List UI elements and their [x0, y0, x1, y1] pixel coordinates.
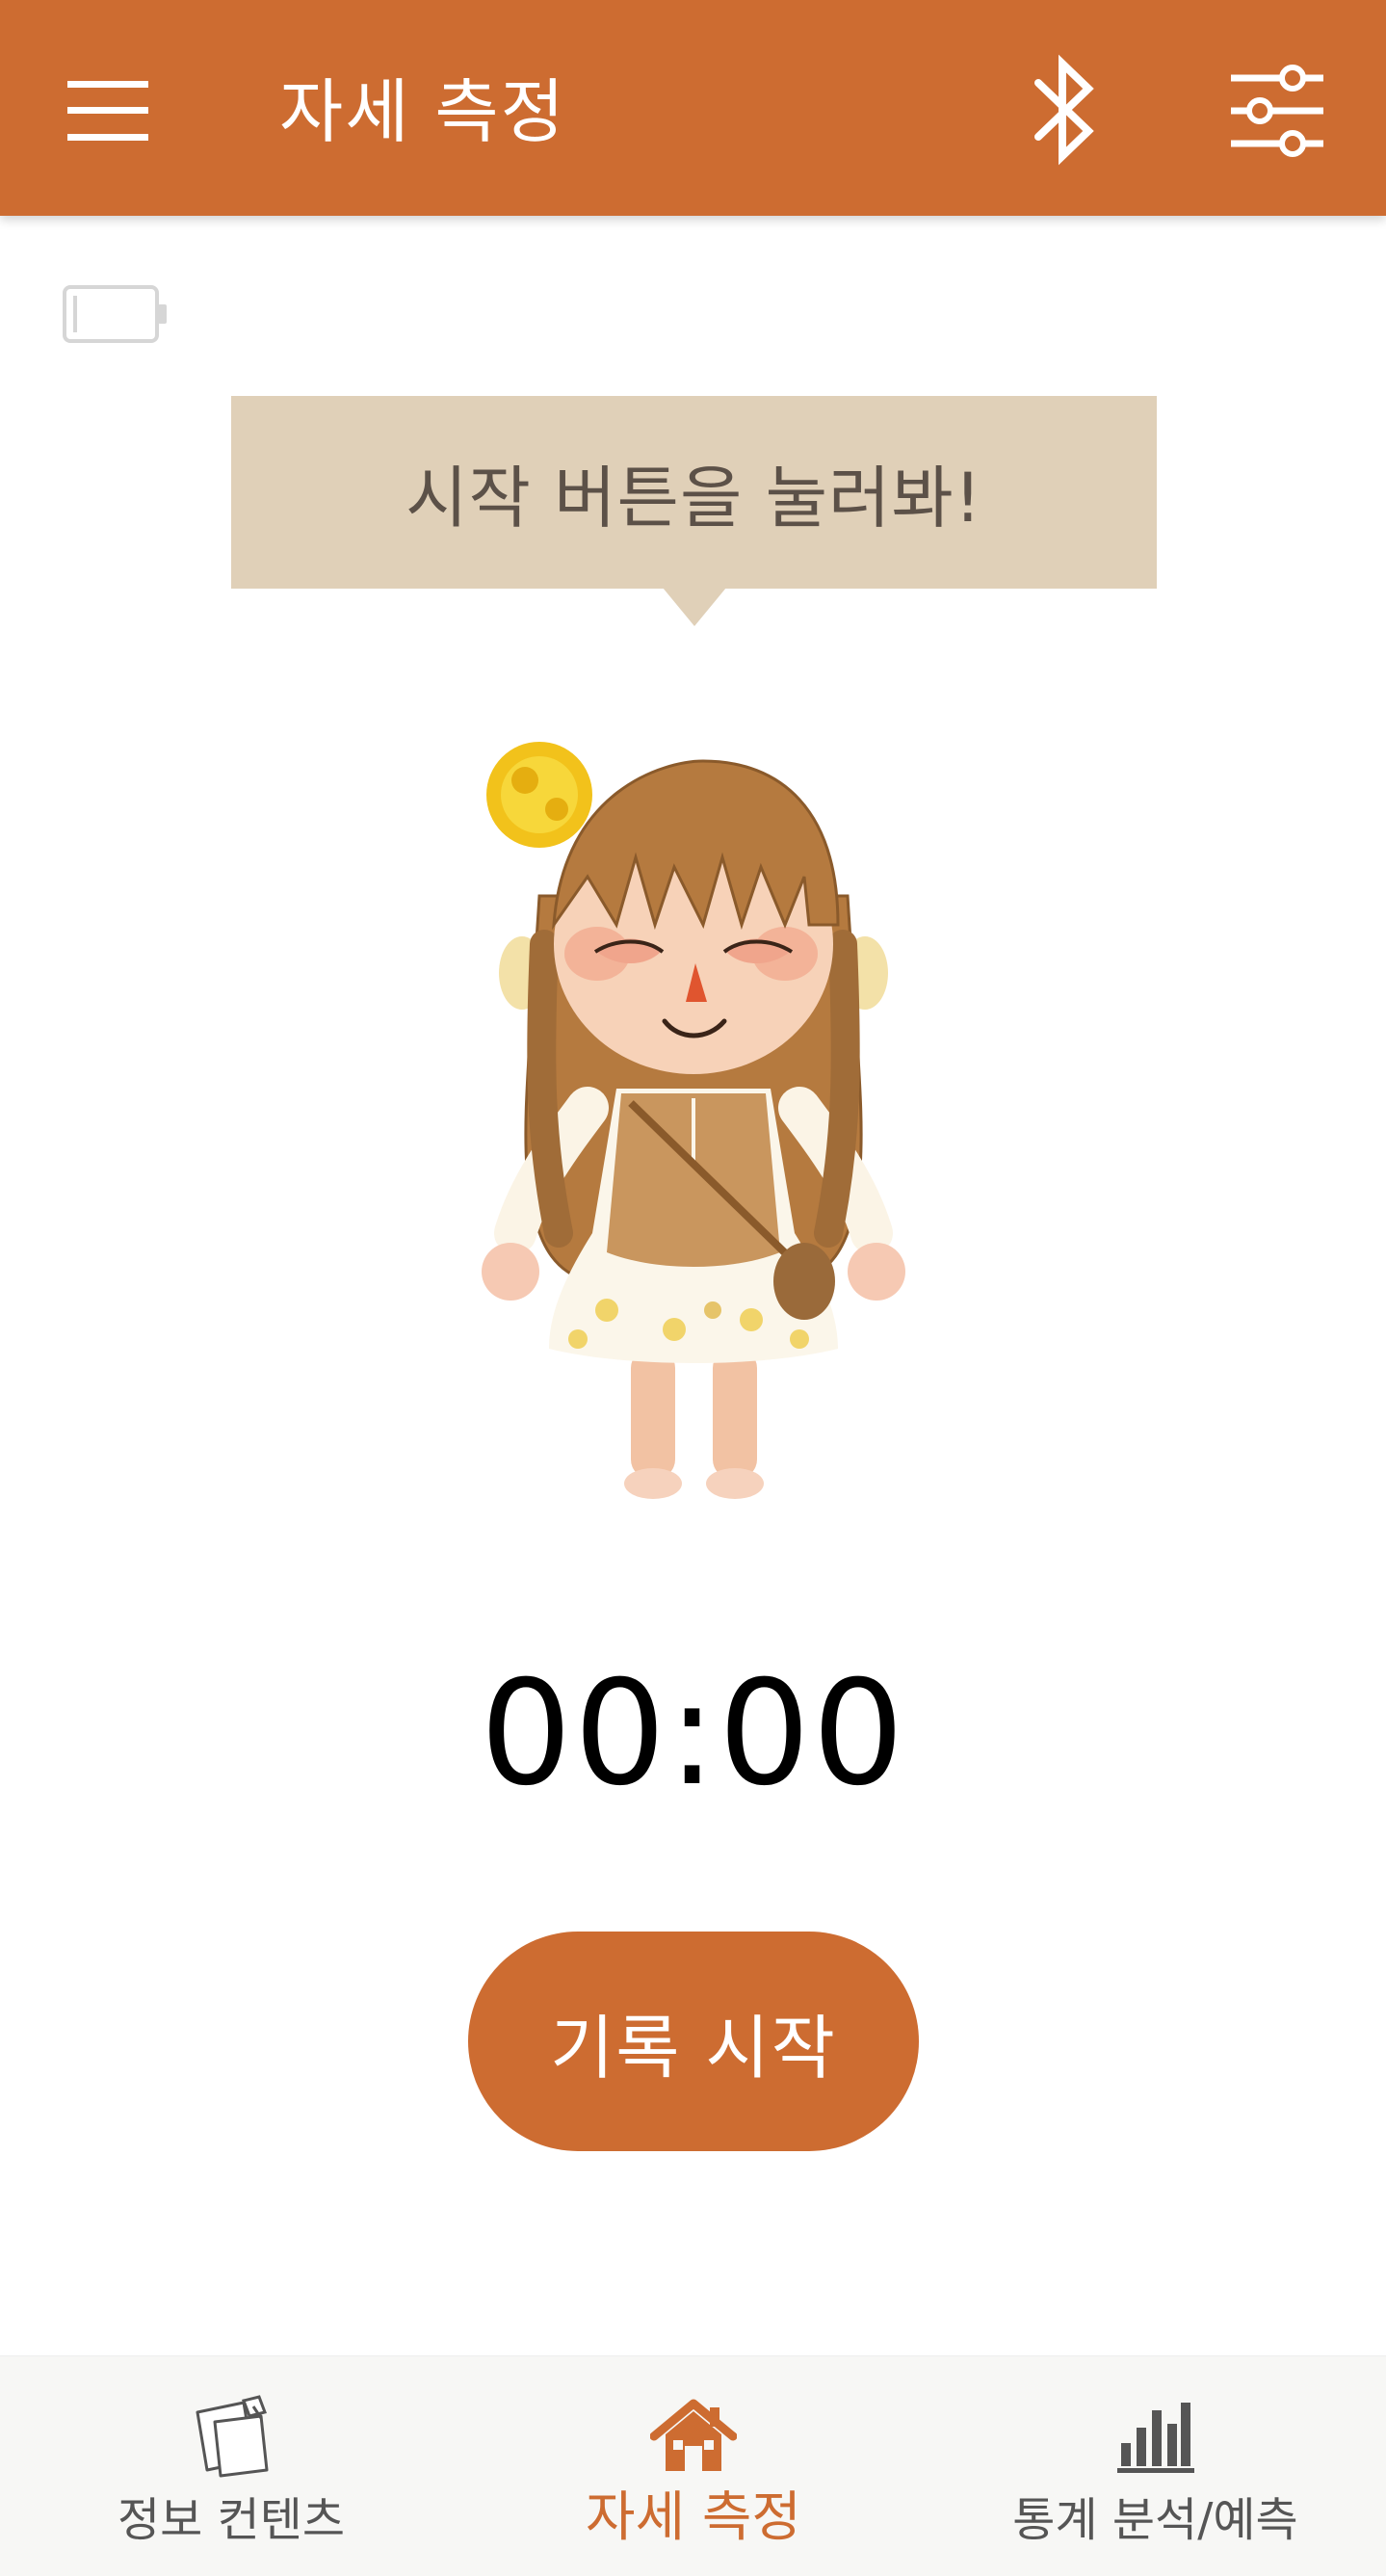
notes-icon: [188, 2395, 275, 2478]
menu-button[interactable]: [60, 73, 156, 148]
nav-label-info-content: 정보 컨텐츠: [117, 2493, 346, 2547]
sliders-icon: [1231, 65, 1323, 157]
page-title: 자세 측정: [279, 71, 566, 152]
nav-item-posture-measure[interactable]: 자세 측정: [462, 2356, 925, 2576]
posture-measure-screen: 자세 측정 시작 버튼을 눌러봐! 00:00 기록 시작 정보 컨텐츠 자세 …: [0, 0, 1386, 2576]
start-record-button[interactable]: 기록 시작: [468, 1932, 919, 2151]
home-icon: [650, 2395, 737, 2478]
battery-indicator: [62, 284, 170, 344]
hint-text: 시작 버튼을 눌러봐!: [405, 458, 982, 538]
bubble-tail: [663, 588, 726, 626]
app-bar: 자세 측정: [0, 0, 1386, 216]
settings-button[interactable]: [1223, 58, 1331, 164]
bar-chart-icon: [1112, 2395, 1199, 2478]
nav-label-posture-measure: 자세 측정: [586, 2486, 801, 2549]
battery-empty-icon: [63, 285, 167, 343]
bluetooth-button[interactable]: [1021, 50, 1108, 170]
bluetooth-icon: [1034, 54, 1094, 166]
nav-item-info-content[interactable]: 정보 컨텐츠: [0, 2356, 462, 2576]
nav-item-statistics[interactable]: 통계 분석/예측: [925, 2356, 1386, 2576]
hint-bubble: 시작 버튼을 눌러봐!: [231, 396, 1157, 589]
hamburger-menu-icon: [67, 81, 148, 141]
bottom-navigation: 정보 컨텐츠 자세 측정 통계 분석/예측: [0, 2355, 1386, 2576]
avatar-character: [472, 732, 915, 1512]
flower-hair-clip: [486, 742, 592, 848]
avatar-illustration: [482, 742, 905, 1499]
nav-label-statistics: 통계 분석/예측: [1012, 2493, 1298, 2547]
timer-display: 00:00: [480, 1650, 906, 1818]
